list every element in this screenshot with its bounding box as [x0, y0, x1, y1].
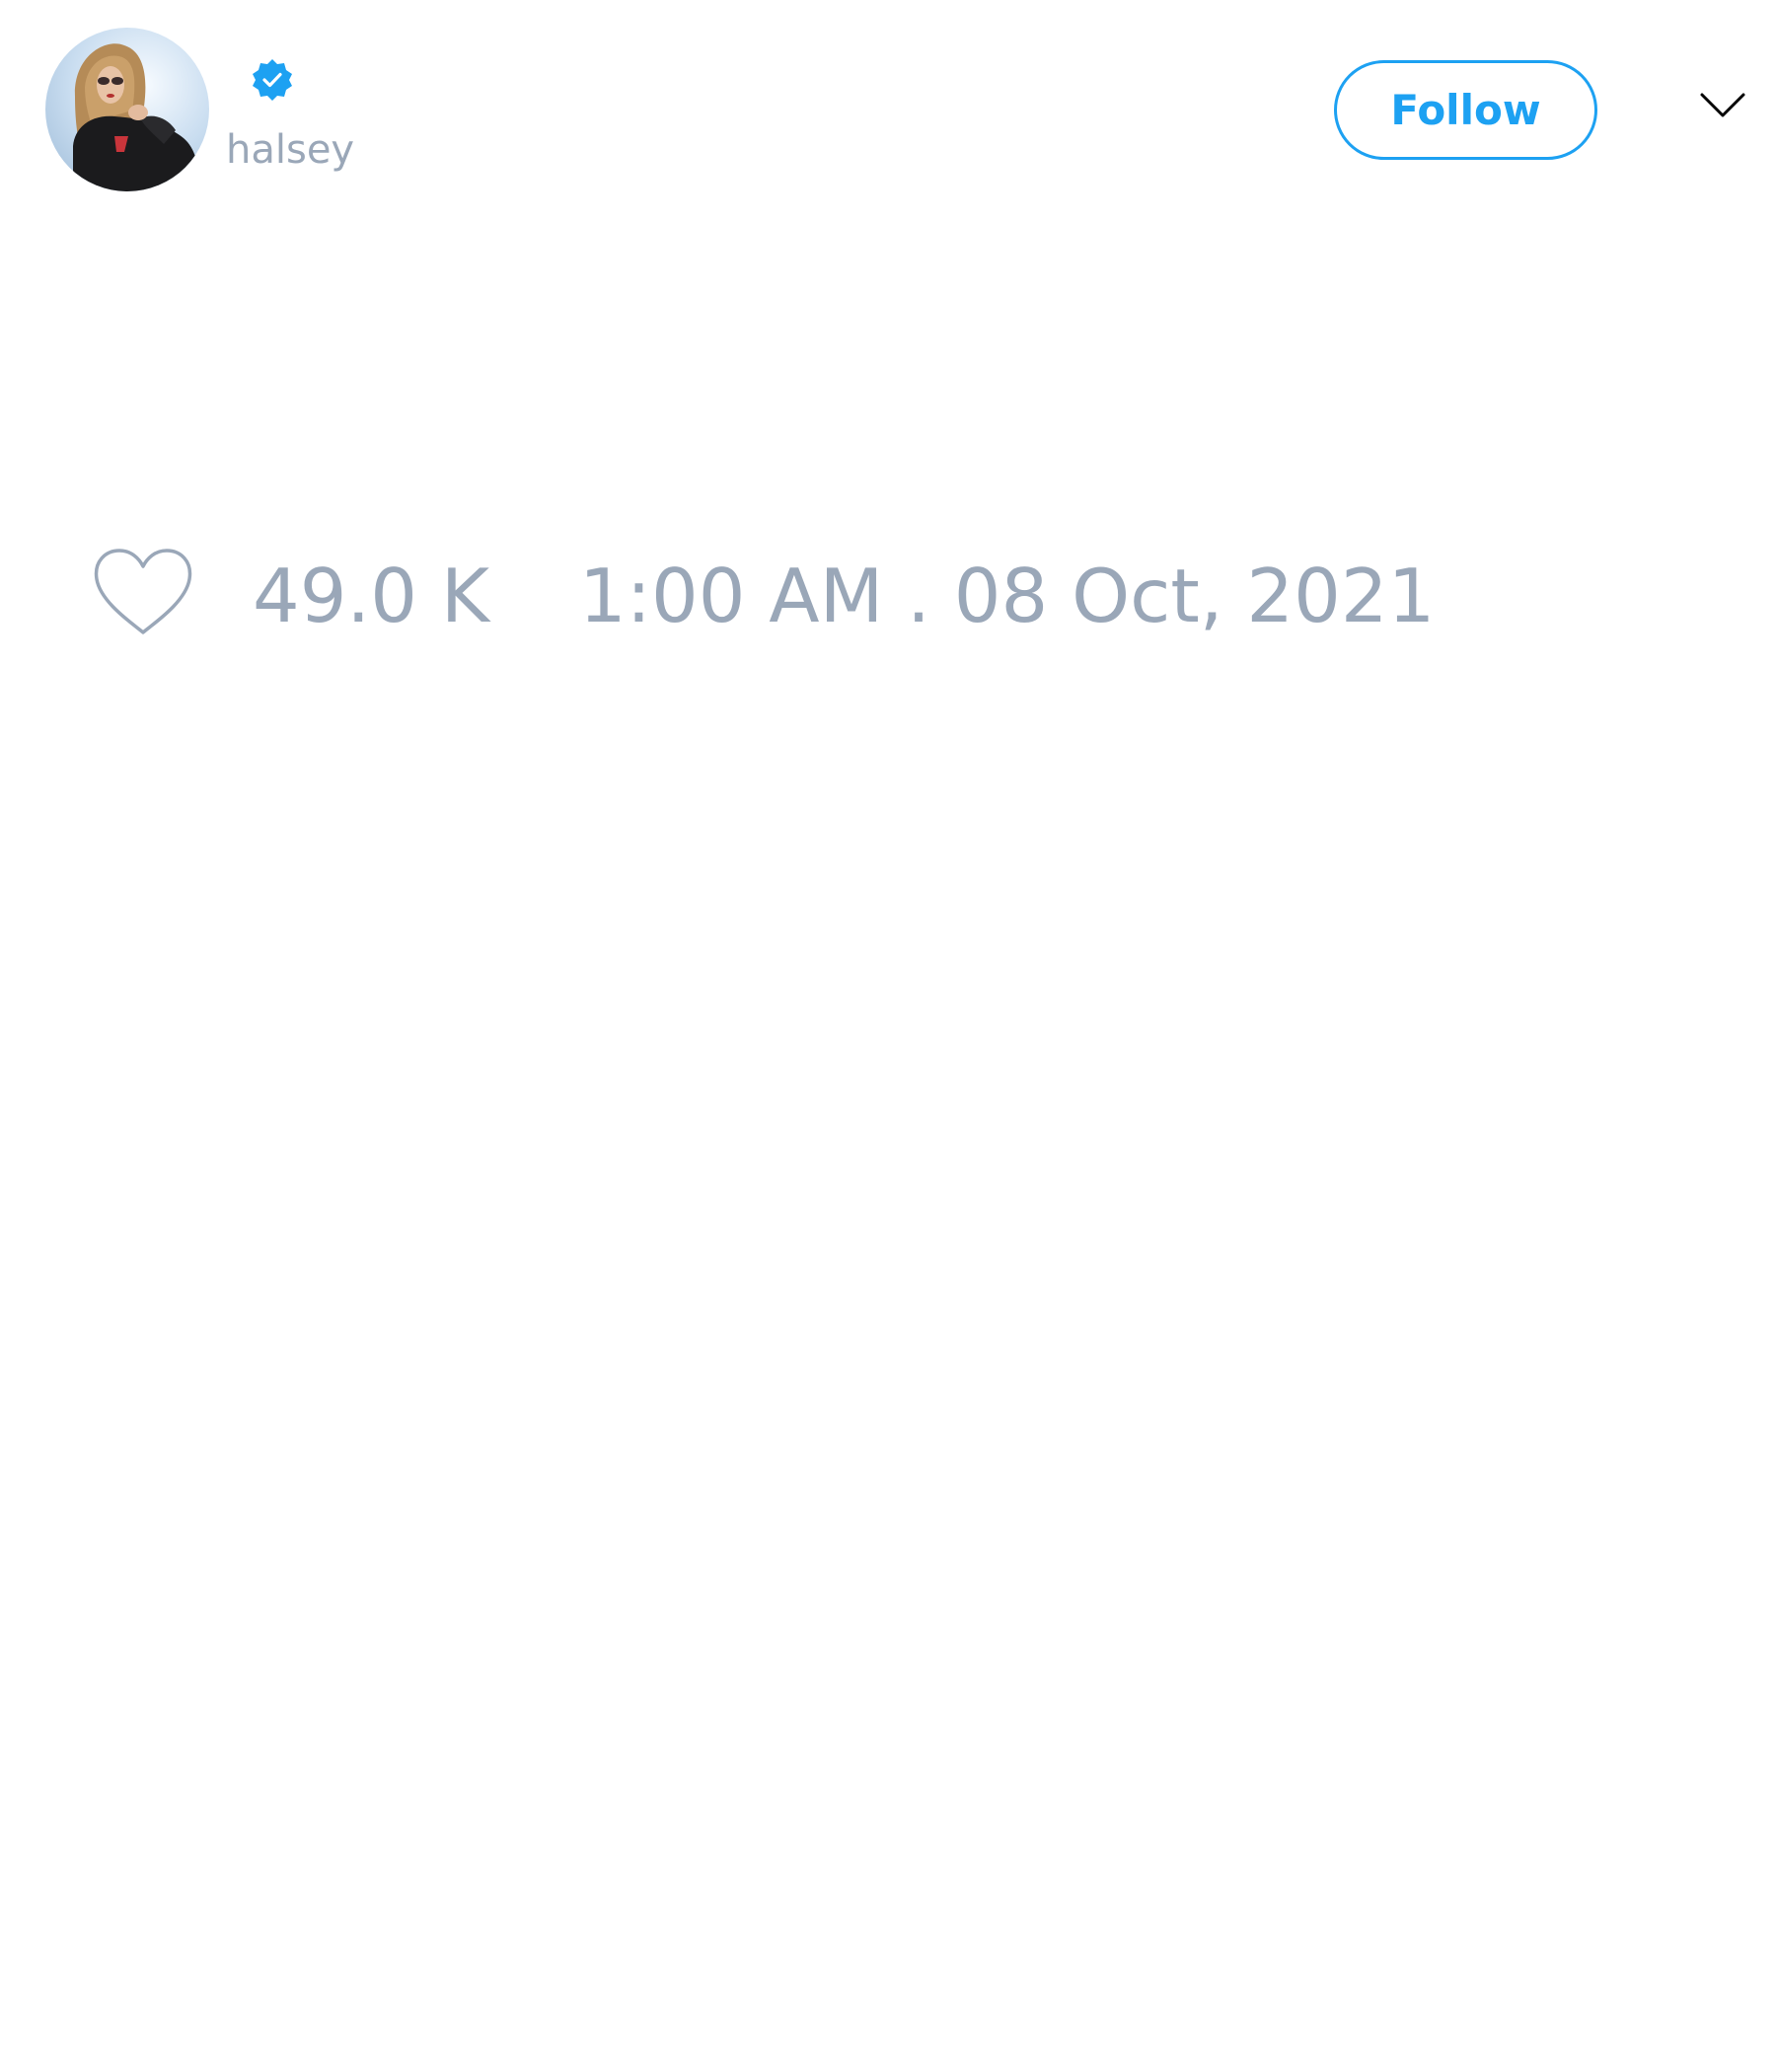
verified-badge-icon — [250, 57, 295, 103]
avatar[interactable] — [45, 28, 209, 191]
follow-button[interactable]: Follow — [1334, 60, 1597, 160]
like-count: 49.0 K — [253, 553, 490, 639]
avatar-image — [45, 28, 209, 191]
chevron-down-icon[interactable] — [1699, 91, 1746, 120]
tweet-timestamp[interactable]: 1:00 AM . 08 Oct, 2021 — [579, 553, 1435, 639]
heart-icon[interactable] — [91, 546, 195, 638]
user-handle[interactable]: halsey — [226, 126, 354, 174]
